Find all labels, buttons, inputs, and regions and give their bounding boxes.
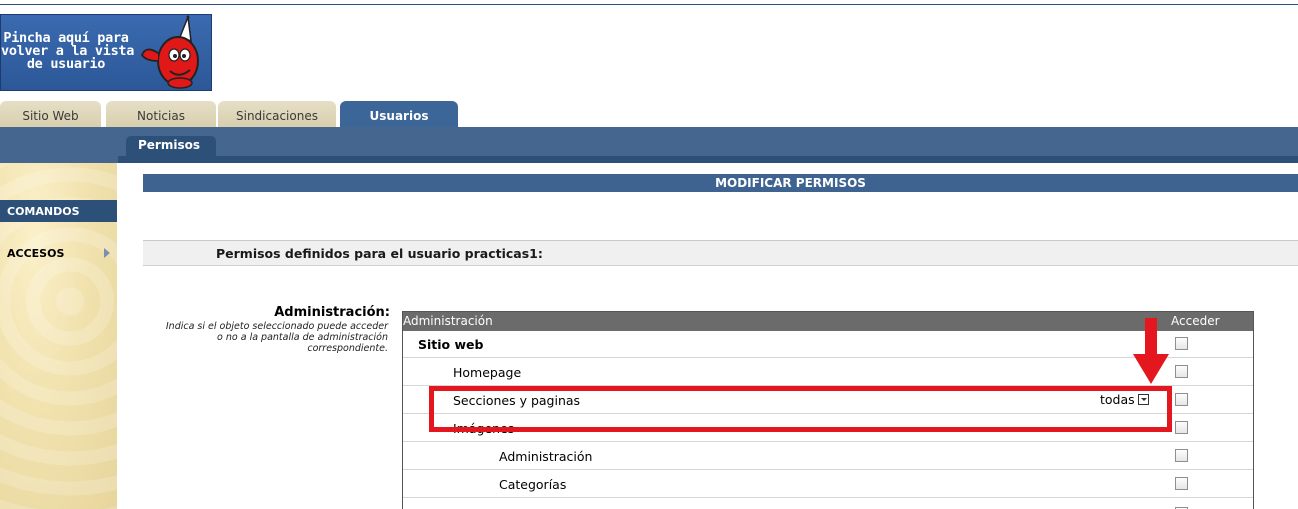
table-header: Administración Acceder <box>403 312 1253 331</box>
row-label: Imágenes <box>453 421 515 436</box>
mascot-logo <box>140 15 199 89</box>
chevron-right-icon <box>104 248 110 258</box>
table-row <box>403 499 1253 509</box>
table-row: Homepage <box>403 359 1253 386</box>
row-label: Homepage <box>453 365 522 380</box>
acceder-checkbox[interactable] <box>1175 449 1188 462</box>
tab-noticias[interactable]: Noticias <box>106 101 216 127</box>
page-title: MODIFICAR PERMISOS <box>143 174 1298 192</box>
table-row: Imágenes <box>403 415 1253 442</box>
tab-usuarios[interactable]: Usuarios <box>340 101 458 127</box>
row-label: Administración <box>499 449 593 464</box>
admin-section-description: Indica si el objeto seleccionado puede a… <box>165 321 388 354</box>
acceder-checkbox[interactable] <box>1175 421 1188 434</box>
row-label: Secciones y paginas <box>453 393 581 408</box>
admin-section-label: Administración: <box>274 305 390 320</box>
dropdown-arrow-icon[interactable] <box>1137 394 1149 405</box>
row-label: Categorías <box>499 477 567 492</box>
permissions-header-text: Permisos definidos para el usuario pract… <box>216 246 543 261</box>
top-rule <box>0 4 1298 5</box>
tab-sindicaciones[interactable]: Sindicaciones <box>218 101 336 127</box>
acceder-checkbox[interactable] <box>1175 365 1188 378</box>
column-header-administracion: Administración <box>403 314 493 328</box>
tab-sitio-web[interactable]: Sitio Web <box>0 101 101 127</box>
sidebar-item-accesos[interactable]: ACCESOS <box>0 243 117 265</box>
table-row: Sitio web <box>403 331 1253 358</box>
table-row: Administración <box>403 443 1253 470</box>
subtab-permisos[interactable]: Permisos <box>126 136 216 156</box>
subnav-underline <box>118 156 1298 163</box>
back-to-user-view-banner[interactable]: Pincha aquí para volver a la vista de us… <box>0 14 212 91</box>
acceder-checkbox[interactable] <box>1175 337 1188 350</box>
permissions-table: Administración Acceder Sitio web Homepag… <box>402 311 1254 509</box>
acceder-checkbox[interactable] <box>1175 393 1188 406</box>
select-value: todas <box>1100 392 1135 407</box>
banner-text: Pincha aquí para volver a la vista de us… <box>1 30 135 72</box>
table-row: Secciones y paginas todas <box>403 387 1253 414</box>
acceder-checkbox[interactable] <box>1175 477 1188 490</box>
sidebar-header: COMANDOS <box>0 200 117 222</box>
main-tabs: Sitio Web Noticias Sindicaciones Usuario… <box>0 101 1298 127</box>
row-label: Sitio web <box>418 337 484 352</box>
sidebar: COMANDOS ACCESOS <box>0 163 117 509</box>
table-row: Categorías <box>403 471 1253 498</box>
permissions-header: Permisos definidos para el usuario pract… <box>143 241 1298 266</box>
column-header-acceder: Acceder <box>1171 314 1220 328</box>
sections-scope-select[interactable]: todas <box>1100 392 1149 407</box>
